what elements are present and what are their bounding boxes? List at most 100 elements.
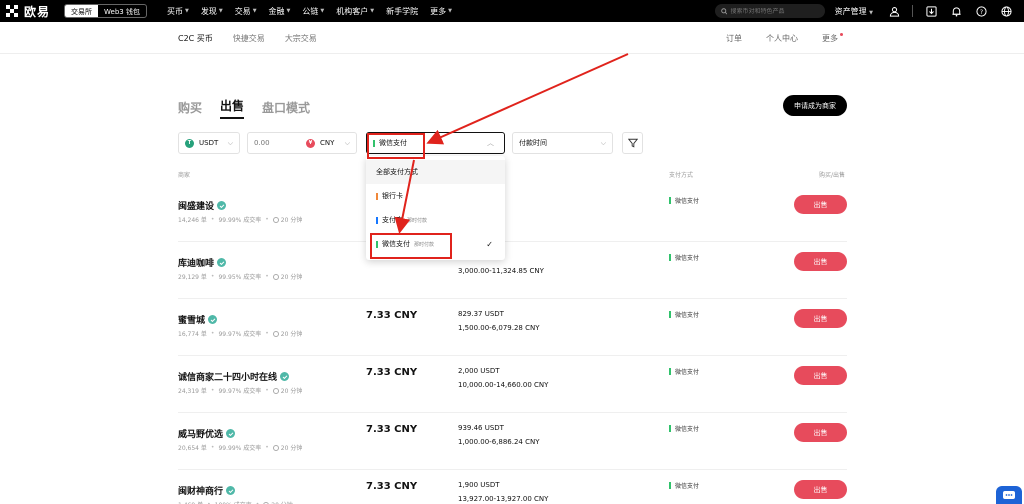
completion-rate: 99.97% 成交率 (218, 388, 262, 395)
verified-badge-icon (217, 258, 227, 267)
merchant-name[interactable]: 蜜雪城 (178, 313, 218, 326)
subnav-profile[interactable]: 个人中心 (766, 33, 798, 44)
merchant-name[interactable]: 闽财神商行 (178, 484, 236, 497)
support-chat-button[interactable] (996, 486, 1022, 504)
payment-method-label: 微信支付 (675, 255, 700, 262)
sell-button[interactable]: 出售 (794, 366, 847, 385)
completion-rate: 100% 成交率 (215, 500, 252, 504)
nav-item-buy[interactable]: 买币 ▼ (167, 6, 189, 17)
payment-time: 20 分钟 (280, 274, 303, 281)
nav-item-more[interactable]: 更多 ▼ (430, 6, 452, 17)
mode-toggle: 交易所 Web3 钱包 (64, 4, 147, 18)
search-icon (720, 7, 728, 15)
fiat-select[interactable]: CNY (320, 139, 334, 147)
nav-item-academy[interactable]: 新手学院 (386, 6, 418, 17)
dropdown-item-label: 银行卡 (382, 192, 403, 200)
okx-logo[interactable]: 欧易 (6, 3, 50, 20)
dropdown-item-label: 支付宝 (382, 216, 403, 224)
payment-method-label: 微信支付 (675, 369, 700, 376)
globe-icon[interactable] (999, 4, 1013, 18)
verified-badge-icon (226, 429, 236, 438)
merchant-name[interactable]: 威马野优选 (178, 427, 236, 440)
verified-badge-icon (208, 315, 218, 324)
available-amount: 829.37 USDT (458, 310, 504, 318)
amount-input[interactable] (254, 139, 302, 147)
coin-select[interactable]: T USDT ⌵ (178, 132, 240, 154)
wechat-marker-icon (669, 425, 671, 432)
nav-item-discover[interactable]: 发现 ▼ (201, 6, 223, 17)
chevron-down-icon: ▼ (448, 8, 452, 14)
tab-orderbook-mode[interactable]: 盘口模式 (262, 99, 310, 119)
merchant-stats: 20,654 单 • 99.99% 成交率 • 20 分钟 (178, 444, 303, 452)
sell-button[interactable]: 出售 (794, 423, 847, 442)
annotation-box-select (367, 133, 425, 159)
search-input[interactable] (730, 7, 819, 15)
clock-icon (272, 216, 279, 223)
user-icon[interactable] (887, 4, 901, 18)
available-amount: 2,000 USDT (458, 367, 500, 375)
wechat-marker-icon (669, 368, 671, 375)
mode-exchange-tab[interactable]: 交易所 (65, 5, 99, 17)
tab-sell[interactable]: 出售 (220, 97, 245, 119)
apply-merchant-button[interactable]: 申请成为商家 (783, 95, 847, 116)
wechat-marker-icon (669, 197, 671, 204)
subnav-quick-trade[interactable]: 快捷交易 (233, 33, 265, 44)
download-icon[interactable] (924, 4, 938, 18)
mode-wallet-tab[interactable]: Web3 钱包 (98, 5, 146, 17)
usdt-icon: T (185, 138, 194, 148)
merchant-stats: 29,129 单 • 99.95% 成交率 • 20 分钟 (178, 273, 303, 281)
header-merchant: 商家 (178, 172, 191, 179)
row-payment-method: 微信支付 (669, 196, 699, 205)
nav-item-trade[interactable]: 交易 ▼ (235, 6, 257, 17)
merchant-name[interactable]: 闽盛建设 (178, 199, 227, 212)
subnav-c2c-buy[interactable]: C2C 买币 (178, 33, 213, 44)
subnav-more[interactable]: 更多 (822, 32, 843, 44)
chevron-down-icon: ▼ (252, 8, 257, 14)
wechat-marker-icon (669, 482, 671, 489)
chevron-down-icon: ▼ (286, 8, 291, 14)
nav-item-chain[interactable]: 公链 ▼ (302, 6, 324, 17)
payment-method-label: 微信支付 (675, 483, 700, 490)
payment-time-select[interactable]: 付款时间 ⌵ (512, 132, 613, 154)
chat-icon (1003, 491, 1015, 499)
nav-right: 资产管理 ▼ ? (714, 0, 1024, 22)
check-icon: ✓ (486, 239, 493, 249)
sell-button[interactable]: 出售 (794, 309, 847, 328)
bank-marker-icon (376, 192, 378, 200)
filter-button[interactable] (622, 132, 643, 154)
bell-icon[interactable] (949, 4, 963, 18)
help-icon[interactable]: ? (974, 4, 988, 18)
logo-text: 欧易 (24, 4, 51, 19)
table-row: 威马野优选 20,654 单 • 99.99% 成交率 • 20 分钟 7.33 CNY 93… (178, 413, 847, 470)
tab-buy[interactable]: 购买 (178, 99, 202, 119)
dropdown-item-bank[interactable]: 银行卡 (366, 184, 505, 208)
asset-management-menu[interactable]: 资产管理 ▼ (835, 6, 873, 17)
trade-limits: 13,927.00-13,927.00 CNY (458, 495, 549, 503)
sell-button[interactable]: 出售 (794, 195, 847, 214)
subnav-orders[interactable]: 订单 (726, 33, 742, 44)
nav-item-finance[interactable]: 金融 ▼ (269, 6, 291, 17)
cny-icon: ¥ (306, 138, 315, 148)
nav-item-institutional[interactable]: 机构客户 ▼ (336, 6, 374, 17)
sell-button[interactable]: 出售 (794, 252, 847, 271)
unit-price: 7.33 CNY (366, 481, 418, 492)
chevron-down-icon: ▼ (184, 8, 189, 14)
amount-fiat-field: ¥ CNY ⌵ (247, 132, 357, 154)
subnav-block-trade[interactable]: 大宗交易 (285, 33, 317, 44)
merchant-name[interactable]: 诚信商家二十四小时在线 (178, 370, 290, 383)
completion-rate: 99.97% 成交率 (218, 331, 262, 338)
sell-button[interactable]: 出售 (794, 480, 847, 499)
row-payment-method: 微信支付 (669, 310, 699, 319)
chevron-down-icon: ▼ (370, 8, 375, 14)
merchant-name[interactable]: 库迪咖啡 (178, 256, 227, 269)
table-row: 诚信商家二十四小时在线 24,319 单 • 99.97% 成交率 • 20 分钟 7.33… (178, 356, 847, 413)
clock-icon (272, 330, 279, 337)
table-row: 蜜雪城 16,774 单 • 99.97% 成交率 • 20 分钟 7.33 CNY 829.… (178, 299, 847, 356)
dropdown-item-all[interactable]: 全部支付方式 (366, 160, 505, 184)
filter-icon (627, 138, 638, 148)
order-count: 20,654 单 (178, 445, 207, 452)
dropdown-item-alipay[interactable]: 支付宝 那时付款 (366, 208, 505, 232)
clock-icon (272, 444, 279, 451)
verified-badge-icon (226, 486, 236, 495)
search-box[interactable] (714, 4, 825, 18)
